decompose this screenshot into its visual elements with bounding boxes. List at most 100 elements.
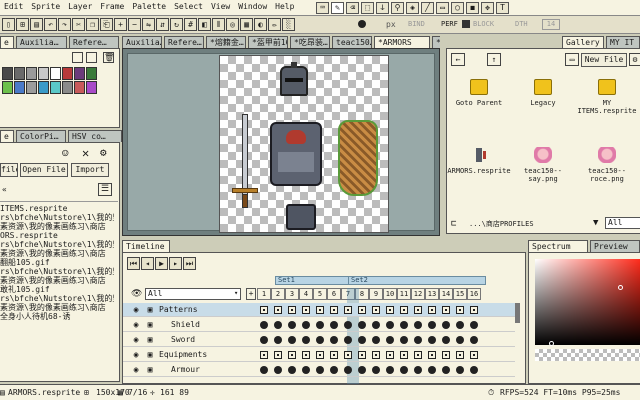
frame-cel[interactable]: [442, 351, 450, 359]
frame-cel[interactable]: [274, 366, 282, 374]
perf-label[interactable]: PERF: [441, 20, 458, 28]
gallery-item[interactable]: teac150--roce.png: [575, 147, 639, 183]
document-tab[interactable]: *吃昂装…: [290, 36, 330, 48]
eye-all-icon[interactable]: 👁: [131, 289, 142, 299]
lock-icon[interactable]: ▣: [145, 334, 155, 345]
frame-cel[interactable]: [330, 351, 338, 359]
frame-number[interactable]: 11: [397, 288, 411, 300]
pencil-tool-icon[interactable]: ✎: [331, 2, 344, 14]
frame-number[interactable]: 6: [327, 288, 341, 300]
line-tool-icon[interactable]: ╱: [421, 2, 434, 14]
palette-swatch[interactable]: [74, 81, 85, 94]
frame-number[interactable]: 13: [425, 288, 439, 300]
frame-cel[interactable]: [344, 366, 352, 374]
document-tab[interactable]: *熔籍金…: [206, 36, 246, 48]
lock-icon[interactable]: ▣: [145, 349, 155, 360]
tab-my-items[interactable]: MY IT: [606, 36, 640, 48]
timeline-scrollbar[interactable]: [515, 303, 520, 323]
recent-file-name[interactable]: ORS.resprite: [0, 231, 114, 240]
palette-swatch[interactable]: [86, 67, 97, 80]
frame-cel[interactable]: [428, 366, 436, 374]
block-label[interactable]: BLOCK: [473, 20, 494, 28]
gallery-filter-input[interactable]: All: [605, 217, 640, 229]
zoom-in-icon[interactable]: +: [114, 18, 127, 31]
move-tool-icon[interactable]: ✥: [481, 2, 494, 14]
frame-cel[interactable]: [414, 336, 422, 344]
frame-cel[interactable]: [358, 366, 366, 374]
frame-cel[interactable]: [358, 306, 366, 314]
frame-cel[interactable]: [456, 351, 464, 359]
spectrum-field[interactable]: [535, 259, 640, 345]
palette-swatch[interactable]: [86, 81, 97, 94]
palette-swatch[interactable]: [2, 81, 13, 94]
play-icon[interactable]: ▶: [155, 257, 168, 270]
first-frame-icon[interactable]: ⏮: [127, 257, 140, 270]
frame-cel[interactable]: [456, 336, 464, 344]
frame-cel[interactable]: [386, 351, 394, 359]
github-icon[interactable]: ☺: [62, 147, 69, 160]
frame-cel[interactable]: [386, 321, 394, 329]
menu-edit[interactable]: Edit: [0, 0, 27, 14]
layer-filter-chevron-icon[interactable]: ▾: [234, 289, 238, 297]
recent-file-name[interactable]: 全身小人待机68-诱: [0, 312, 114, 321]
document-tab[interactable]: Auxilia…: [122, 36, 162, 48]
frame-cel[interactable]: [302, 366, 310, 374]
tile-icon[interactable]: ▦: [240, 18, 253, 31]
frame-cel[interactable]: [330, 306, 338, 314]
brush-icon[interactable]: ✏: [268, 18, 281, 31]
undo-icon[interactable]: ↶: [44, 18, 57, 31]
frame-cel[interactable]: [400, 306, 408, 314]
frame-cel[interactable]: [302, 351, 310, 359]
frame-cel[interactable]: [358, 351, 366, 359]
tab-timeline[interactable]: Timeline: [122, 240, 170, 252]
palette-icon-1[interactable]: [72, 52, 83, 63]
frame-cel[interactable]: [316, 351, 324, 359]
new-icon[interactable]: ▯: [2, 18, 15, 31]
eye-icon[interactable]: ◉: [131, 319, 141, 330]
up-icon[interactable]: ↑: [487, 53, 501, 66]
tab-gallery[interactable]: Gallery: [562, 36, 604, 48]
mirror-icon[interactable]: ⫴: [212, 18, 225, 31]
menu-layer[interactable]: Layer: [64, 0, 96, 14]
document-tab[interactable]: *盔甲前16: [248, 36, 288, 48]
frame-cel[interactable]: [470, 351, 478, 359]
pixel-perfect-icon[interactable]: ◧: [198, 18, 211, 31]
palette-delete-icon[interactable]: 🗑: [103, 52, 114, 63]
frame-cel[interactable]: [400, 336, 408, 344]
eye-icon[interactable]: ◉: [131, 304, 141, 315]
gallery-item[interactable]: ARMORS.resprite: [447, 147, 511, 175]
lock-icon[interactable]: ▣: [145, 364, 155, 375]
alpha-strip[interactable]: [535, 349, 640, 361]
frame-cel[interactable]: [372, 336, 380, 344]
frame-cel[interactable]: [260, 321, 268, 329]
tab-hsv[interactable]: HSV co…: [68, 130, 122, 142]
new-file-gallery-button[interactable]: New File: [581, 53, 627, 67]
frame-cel[interactable]: [344, 351, 352, 359]
frame-number[interactable]: 1: [257, 288, 271, 300]
palette-icon-2[interactable]: [86, 52, 97, 63]
onion-icon[interactable]: ◎: [226, 18, 239, 31]
tab-colorpicker[interactable]: ColorPi…: [16, 130, 66, 142]
layer-filter-select[interactable]: All: [145, 288, 241, 300]
frame-cel[interactable]: [274, 351, 282, 359]
add-layer-icon[interactable]: +: [246, 288, 256, 300]
menu-window[interactable]: Window: [234, 0, 271, 14]
lock-icon[interactable]: ▣: [145, 304, 155, 315]
gallery-item[interactable]: teac150--say.png: [511, 147, 575, 183]
grid-icon[interactable]: #: [184, 18, 197, 31]
palette-swatch[interactable]: [74, 67, 85, 80]
frame-cel[interactable]: [414, 321, 422, 329]
document-tab[interactable]: teac150…: [332, 36, 372, 48]
frame-cel[interactable]: [344, 336, 352, 344]
frame-cel[interactable]: [344, 321, 352, 329]
open-icon[interactable]: ⊞: [16, 18, 29, 31]
frame-cel[interactable]: [330, 336, 338, 344]
frame-cel[interactable]: [344, 306, 352, 314]
frame-number[interactable]: 3: [285, 288, 299, 300]
frame-cel[interactable]: [330, 321, 338, 329]
rotate-icon[interactable]: ↻: [170, 18, 183, 31]
frame-cel[interactable]: [428, 306, 436, 314]
spectrum-cursor-2[interactable]: [549, 341, 554, 346]
frame-cel[interactable]: [288, 306, 296, 314]
frame-cel[interactable]: [372, 306, 380, 314]
